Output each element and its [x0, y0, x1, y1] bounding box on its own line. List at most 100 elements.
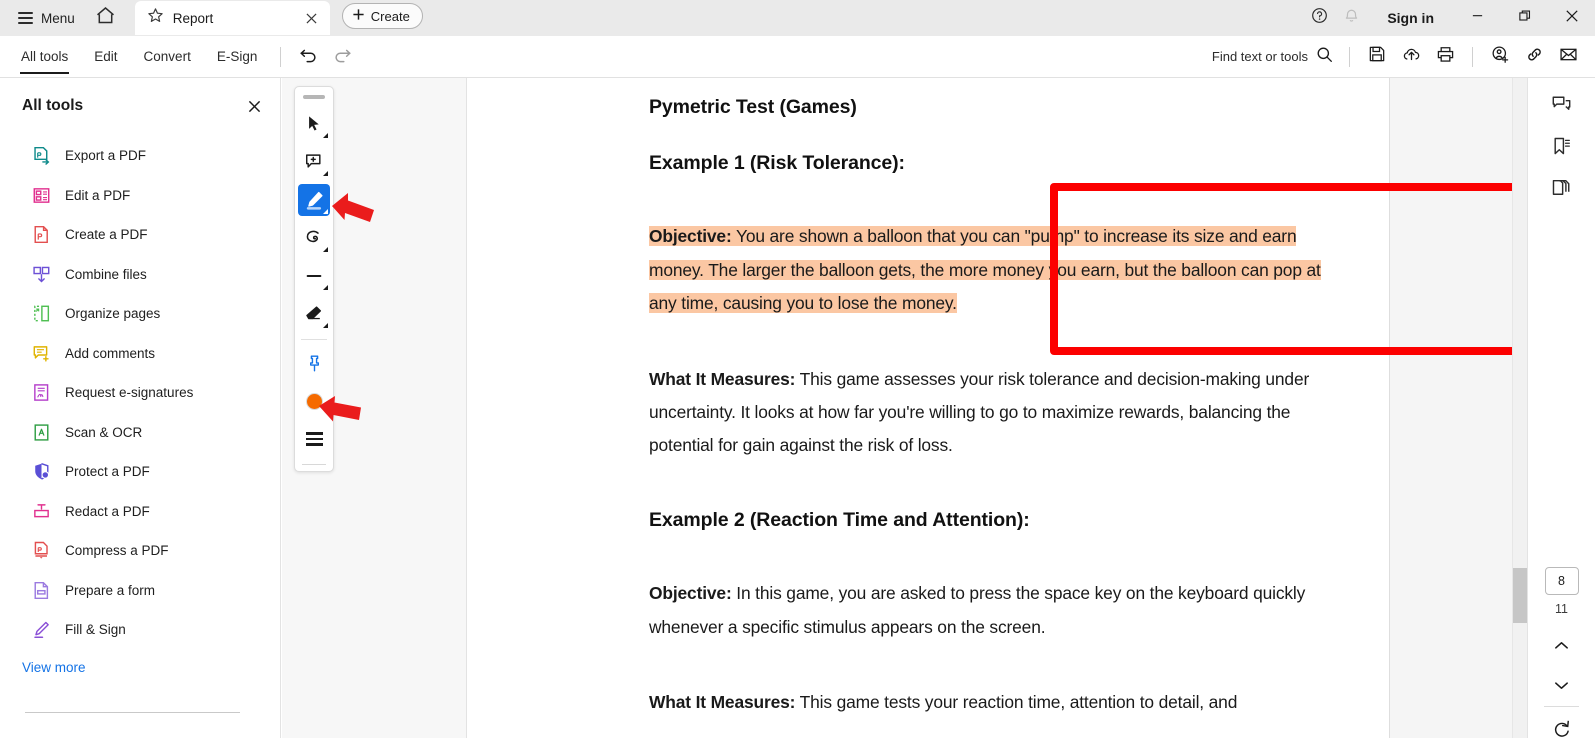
vertical-scroll-thumb[interactable]	[1513, 568, 1528, 623]
sidebar-item-label: Combine files	[65, 266, 147, 282]
next-page-button[interactable]	[1547, 674, 1577, 700]
redact-pdf-icon	[32, 502, 51, 521]
sidebar-item-label: Edit a PDF	[65, 187, 131, 203]
undo-button[interactable]	[291, 42, 325, 72]
objective-2-label: Objective:	[649, 583, 732, 604]
eraser-tool[interactable]	[298, 298, 330, 330]
minimize-window-button[interactable]	[1454, 0, 1501, 36]
vertical-scrollbar[interactable]	[1512, 78, 1528, 738]
document-viewer[interactable]: Pymetric Test (Games) Example 1 (Risk To…	[467, 78, 1527, 738]
toolbar-foot-line	[302, 464, 326, 465]
minimize-icon	[1471, 9, 1484, 27]
color-swatch-button[interactable]	[298, 385, 330, 417]
example-2-heading: Example 2 (Reaction Time and Attention):	[649, 508, 1030, 531]
chevron-down-icon	[323, 247, 328, 252]
star-icon	[147, 7, 164, 29]
objective-1-label: Objective:	[649, 226, 732, 247]
save-icon	[1368, 45, 1386, 68]
objective-1-paragraph: Objective: You are shown a balloon that …	[649, 220, 1334, 320]
save-button[interactable]	[1360, 42, 1394, 72]
document-tab-report[interactable]: Report	[134, 1, 330, 35]
create-label: Create	[370, 8, 410, 24]
home-button[interactable]	[89, 3, 123, 33]
tab-esign[interactable]: E-Sign	[204, 36, 271, 78]
export-pdf-icon	[32, 146, 51, 166]
close-panel-button[interactable]	[242, 94, 266, 118]
add-sticky-note-tool[interactable]	[298, 146, 330, 178]
sidebar-item-create-a-pdf[interactable]: Create a PDF	[0, 215, 280, 255]
more-options-button[interactable]	[298, 423, 330, 455]
search-icon	[1316, 46, 1333, 68]
page-number-input[interactable]: 8	[1544, 567, 1579, 595]
color-swatch	[305, 392, 323, 410]
bookmarks-panel-button[interactable]	[1544, 131, 1580, 167]
redo-button[interactable]	[325, 42, 359, 72]
sign-in-button[interactable]: Sign in	[1373, 3, 1448, 33]
tab-close-button[interactable]	[302, 8, 322, 28]
pin-tool[interactable]	[298, 347, 330, 379]
total-pages-label: 11	[1555, 602, 1568, 616]
rotate-page-button[interactable]	[1546, 716, 1578, 738]
sidebar-item-fill-and-sign[interactable]: Fill & Sign	[0, 610, 280, 650]
prepare-form-icon	[32, 581, 51, 600]
print-button[interactable]	[1428, 42, 1462, 72]
page-thumbnails-panel-button[interactable]	[1544, 173, 1580, 209]
sidebar-item-redact-a-pdf[interactable]: Redact a PDF	[0, 492, 280, 532]
acrobat-window: Menu Report Create Sign in All tools Edi…	[0, 0, 1595, 738]
drag-handle[interactable]	[303, 95, 325, 99]
sidebar-item-add-comments[interactable]: Add comments	[0, 334, 280, 374]
line-tool[interactable]	[298, 260, 330, 292]
tab-all-tools[interactable]: All tools	[8, 36, 81, 78]
sidebar-item-combine-files[interactable]: Combine files	[0, 255, 280, 295]
panel-title: All tools	[22, 97, 84, 114]
find-text-or-tools-button[interactable]: Find text or tools	[1206, 42, 1339, 72]
restore-window-button[interactable]	[1501, 0, 1548, 36]
plus-icon	[352, 8, 365, 24]
tool-list: Export a PDF Edit a PDF Create a PDF Com…	[0, 136, 280, 650]
sidebar-item-organize-pages[interactable]: Organize pages	[0, 294, 280, 334]
sidebar-item-protect-a-pdf[interactable]: Protect a PDF	[0, 452, 280, 492]
objective-1-text: You are shown a balloon that you can "pu…	[649, 226, 1321, 314]
email-icon	[1559, 45, 1578, 69]
help-button[interactable]	[1303, 3, 1335, 33]
menu-button[interactable]: Menu	[10, 4, 83, 32]
command-bar: All tools Edit Convert E-Sign Find text …	[0, 36, 1595, 78]
sidebar-item-label: Export a PDF	[65, 148, 147, 164]
close-window-button[interactable]	[1548, 0, 1595, 36]
previous-page-button[interactable]	[1547, 634, 1577, 660]
email-button[interactable]	[1551, 42, 1585, 72]
compress-pdf-icon	[32, 541, 51, 560]
chevron-down-icon	[323, 209, 328, 214]
sidebar-item-scan-and-ocr[interactable]: Scan & OCR	[0, 413, 280, 453]
request-esignatures-icon	[32, 383, 51, 402]
measures-1-paragraph: What It Measures: This game assesses you…	[649, 363, 1334, 463]
share-person-icon	[1491, 45, 1510, 69]
bookmarks-panel-icon	[1551, 136, 1572, 162]
tab-edit[interactable]: Edit	[81, 36, 130, 78]
sidebar-item-prepare-a-form[interactable]: Prepare a form	[0, 571, 280, 611]
copy-link-button[interactable]	[1517, 42, 1551, 72]
comments-panel-icon	[1551, 94, 1572, 120]
view-more-link[interactable]: View more	[0, 650, 86, 675]
sidebar-item-request-e-signatures[interactable]: Request e-signatures	[0, 373, 280, 413]
sidebar-item-export-a-pdf[interactable]: Export a PDF	[0, 136, 280, 176]
print-icon	[1436, 45, 1455, 69]
tab-convert[interactable]: Convert	[131, 36, 204, 78]
notifications-button[interactable]	[1335, 3, 1367, 33]
all-tools-panel: All tools Export a PDF Edit a PDF Create…	[0, 78, 281, 738]
add-comments-icon	[32, 344, 51, 363]
highlight-text-tool[interactable]	[298, 184, 330, 216]
sidebar-item-compress-a-pdf[interactable]: Compress a PDF	[0, 531, 280, 571]
objective-2-text: In this game, you are asked to press the…	[649, 583, 1306, 637]
cloud-upload-button[interactable]	[1394, 42, 1428, 72]
sidebar-item-edit-a-pdf[interactable]: Edit a PDF	[0, 176, 280, 216]
comments-panel-button[interactable]	[1544, 89, 1580, 125]
window-close-icon	[1565, 9, 1579, 28]
organize-pages-icon	[32, 304, 51, 323]
create-button[interactable]: Create	[341, 3, 423, 29]
objective-2-paragraph: Objective: In this game, you are asked t…	[649, 577, 1334, 644]
share-button[interactable]	[1483, 42, 1517, 72]
chevron-down-icon	[323, 285, 328, 290]
draw-freehand-tool[interactable]	[298, 222, 330, 254]
select-cursor-tool[interactable]	[298, 108, 330, 140]
